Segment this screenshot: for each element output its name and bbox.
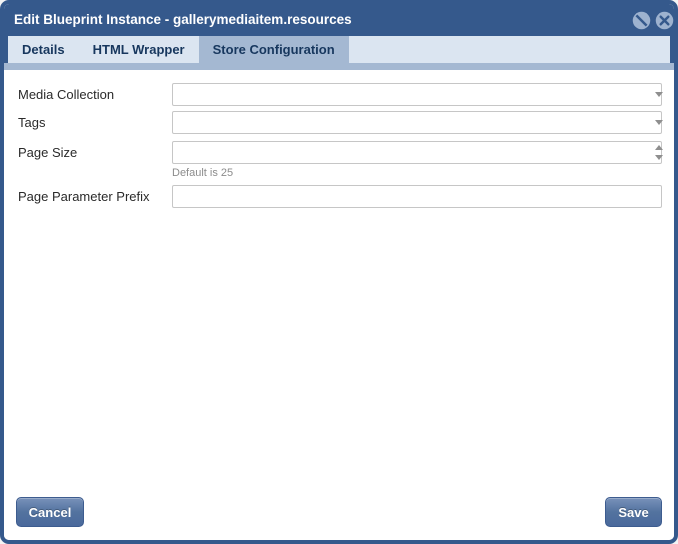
active-tab-strip [4, 63, 674, 70]
tags-select[interactable] [172, 111, 662, 134]
tab-html-wrapper-label: HTML Wrapper [93, 42, 185, 57]
page-size-label: Page Size [18, 141, 77, 164]
page-size-stepper[interactable] [655, 145, 664, 160]
tab-list: Details HTML Wrapper Store Configuration [8, 36, 670, 63]
tab-details-label: Details [22, 42, 65, 57]
media-collection-label: Media Collection [18, 83, 114, 106]
store-configuration-panel: Media Collection Tags Page Size Default … [4, 70, 674, 540]
spinner-down-icon[interactable] [655, 155, 663, 160]
close-icon-glyph [655, 11, 674, 30]
tab-bar: Details HTML Wrapper Store Configuration [4, 36, 674, 63]
cancel-button[interactable]: Cancel [16, 497, 84, 527]
page-size-input[interactable] [172, 141, 662, 164]
dialog-titlebar: Edit Blueprint Instance - gallerymediait… [4, 4, 674, 36]
block-icon[interactable] [632, 11, 651, 30]
tab-store-configuration[interactable]: Store Configuration [199, 36, 349, 63]
spinner-up-icon[interactable] [655, 145, 663, 150]
close-icon[interactable] [655, 11, 674, 30]
chevron-down-icon[interactable] [655, 92, 663, 97]
tags-label: Tags [18, 111, 45, 134]
titlebar-controls [632, 4, 674, 36]
dialog-title: Edit Blueprint Instance - gallerymediait… [14, 4, 352, 36]
chevron-down-icon[interactable] [655, 120, 663, 125]
page-size-helper-text: Default is 25 [172, 167, 233, 179]
page-parameter-prefix-input[interactable] [172, 185, 662, 208]
edit-blueprint-instance-dialog: Edit Blueprint Instance - gallerymediait… [0, 0, 678, 544]
tab-html-wrapper[interactable]: HTML Wrapper [79, 36, 199, 63]
save-button[interactable]: Save [605, 497, 662, 527]
page-parameter-prefix-label: Page Parameter Prefix [18, 185, 150, 208]
block-icon-glyph [632, 11, 651, 30]
tab-store-configuration-label: Store Configuration [213, 42, 335, 57]
media-collection-select[interactable] [172, 83, 662, 106]
tab-details[interactable]: Details [8, 36, 79, 63]
